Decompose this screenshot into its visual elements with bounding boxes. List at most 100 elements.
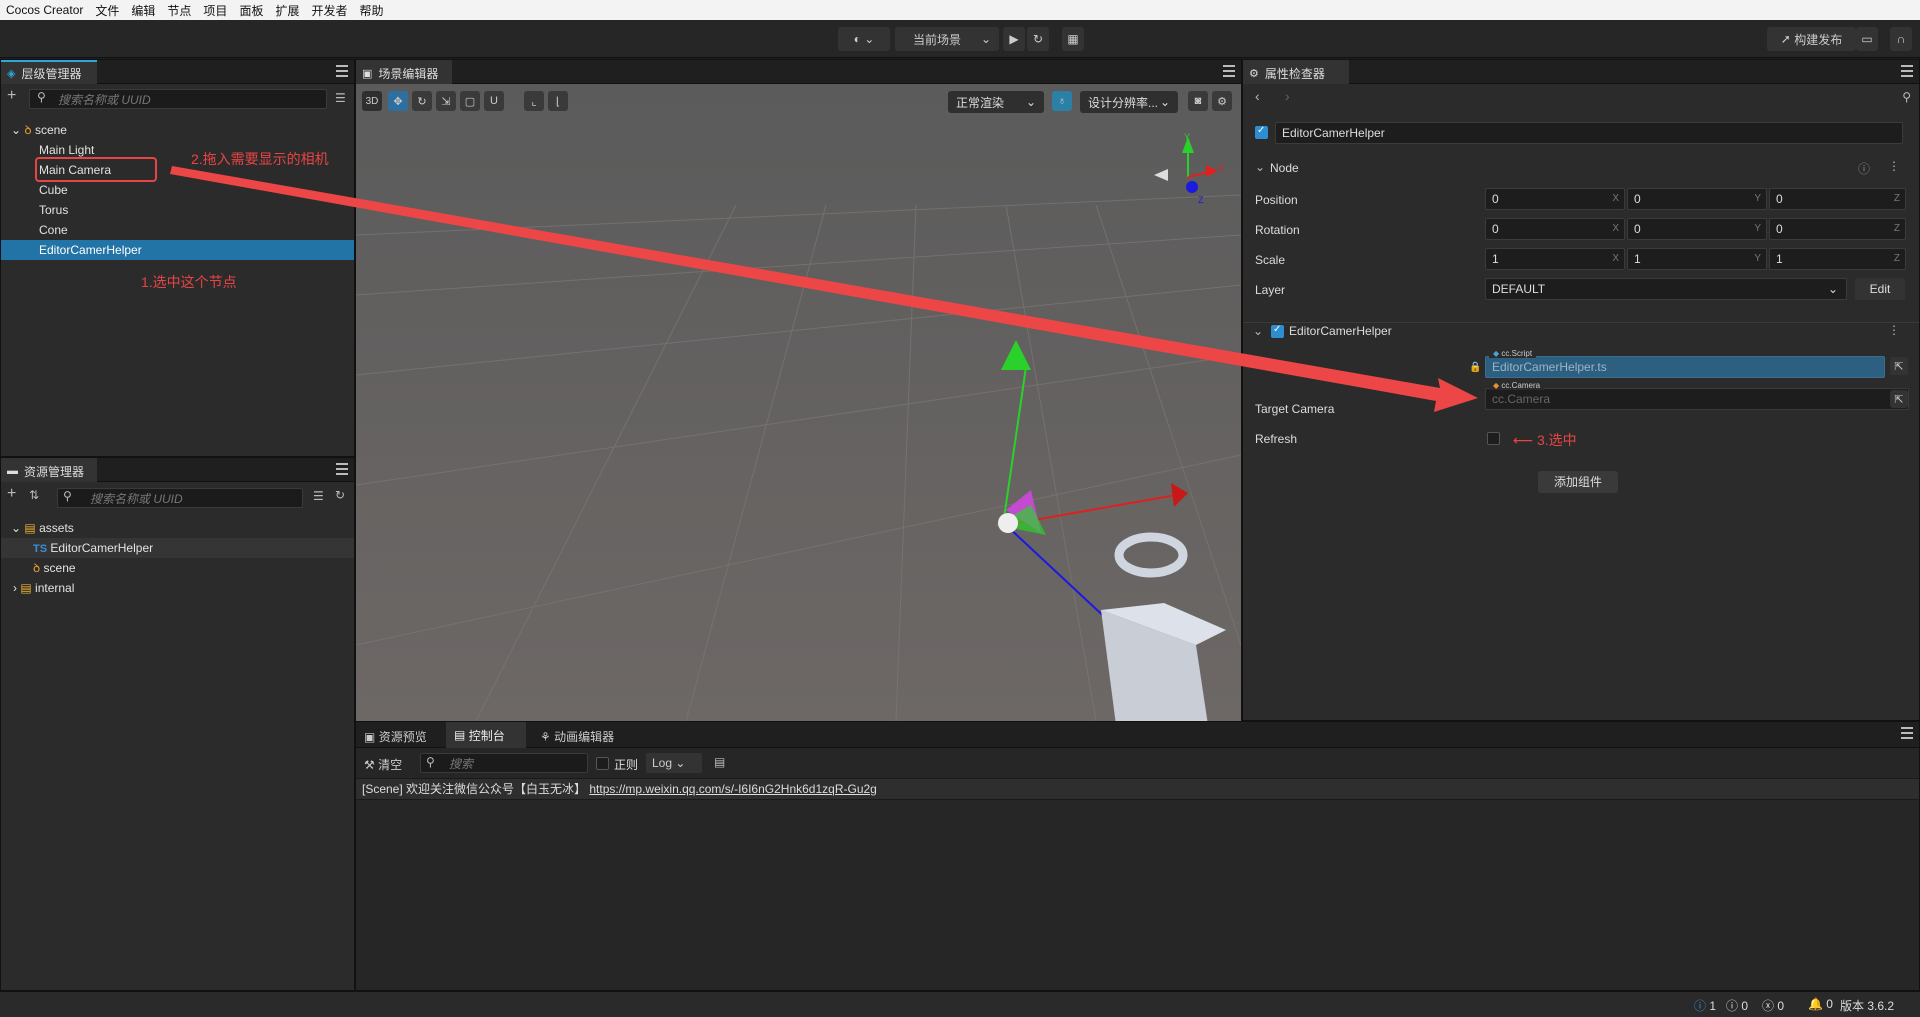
menu-file[interactable]: 文件 xyxy=(89,2,125,19)
log-level-select[interactable]: Log ⌄ xyxy=(646,753,702,773)
forward-icon[interactable]: › xyxy=(1285,88,1290,104)
node-name-field[interactable]: EditorCamerHelper xyxy=(1275,122,1903,144)
pivot-icon[interactable]: ⌞ xyxy=(524,91,544,111)
pin-icon[interactable]: ⚲ xyxy=(1902,90,1911,104)
menu-node[interactable]: 节点 xyxy=(161,2,197,19)
user-button[interactable]: ∩ xyxy=(1890,27,1912,51)
hierarchy-search-input[interactable]: 搜索名称或 UUID xyxy=(29,89,327,109)
svg-text:Y: Y xyxy=(1184,132,1190,142)
open-folder-button[interactable]: ▭ xyxy=(1856,27,1878,51)
refresh-icon[interactable]: ↻ xyxy=(335,488,345,502)
log-link[interactable]: https://mp.weixin.qq.com/s/-I6I6nG2Hnk6d… xyxy=(589,782,876,796)
refresh-button[interactable]: ↻ xyxy=(1027,27,1049,51)
chevron-down-icon[interactable]: ⌄ xyxy=(1253,324,1263,338)
add-node-button[interactable]: + xyxy=(7,87,16,105)
scale-x-field[interactable]: 1X xyxy=(1485,248,1625,270)
scene-select[interactable]: 当前场景 ⌄ xyxy=(895,27,999,51)
build-button[interactable]: ➚ 构建发布 xyxy=(1767,27,1856,51)
console-search-input[interactable]: 搜索 xyxy=(420,753,588,773)
preview-qrcode-button[interactable]: ▦ xyxy=(1062,27,1084,51)
tree-node-torus[interactable]: Torus xyxy=(1,200,354,220)
play-button[interactable]: ▶ xyxy=(1003,27,1025,51)
position-x-field[interactable]: 0X xyxy=(1485,188,1625,210)
resolution-label: 设计分辨率... xyxy=(1088,95,1159,110)
panel-menu-icon[interactable] xyxy=(1901,65,1913,77)
tree-node-cone[interactable]: Cone xyxy=(1,220,354,240)
panel-menu-icon[interactable] xyxy=(336,463,348,475)
add-component-button[interactable]: 添加组件 xyxy=(1538,471,1618,493)
snap-tool-icon[interactable]: U xyxy=(484,91,504,111)
menu-edit[interactable]: 编辑 xyxy=(125,2,161,19)
locate-camera-icon[interactable]: ⇱ xyxy=(1890,390,1908,408)
tree-node-cube[interactable]: Cube xyxy=(1,180,354,200)
tab-animation-editor[interactable]: ⚘ 动画编辑器 xyxy=(540,728,614,745)
menu-project[interactable]: 项目 xyxy=(197,2,233,19)
target-camera-field[interactable]: cc.Camera xyxy=(1485,388,1909,410)
rotation-x-field[interactable]: 0X xyxy=(1485,218,1625,240)
add-asset-button[interactable]: + xyxy=(7,485,16,503)
more-vertical-icon[interactable]: ⋮ xyxy=(1888,159,1900,173)
panel-menu-icon[interactable] xyxy=(1223,65,1235,77)
tree-node-assets[interactable]: ⌄ ▤ assets xyxy=(1,518,354,538)
back-icon[interactable]: ‹ xyxy=(1255,88,1260,104)
error-count[interactable]: ⓧ 0 xyxy=(1762,997,1784,1014)
layer-select[interactable]: DEFAULT ⌄ xyxy=(1485,278,1847,300)
menu-help[interactable]: 帮助 xyxy=(353,2,389,19)
tree-node-editorcamerhelper[interactable]: EditorCamerHelper xyxy=(1,240,354,260)
notification-count[interactable]: 🔔 0 xyxy=(1808,997,1833,1011)
move-tool-icon[interactable]: ✥ xyxy=(388,91,408,111)
more-vertical-icon[interactable]: ⋮ xyxy=(1888,323,1900,337)
tab-asset-preview[interactable]: ▣ 资源预览 xyxy=(364,728,427,745)
scene-viewport[interactable]: Y X Z xyxy=(356,85,1241,721)
menu-extension[interactable]: 扩展 xyxy=(269,2,305,19)
rotation-z-field[interactable]: 0Z xyxy=(1769,218,1906,240)
panel-menu-icon[interactable] xyxy=(336,65,348,77)
layer-edit-button[interactable]: Edit xyxy=(1855,278,1905,300)
panel-menu-icon[interactable] xyxy=(1901,727,1913,739)
clear-button[interactable]: ⚒ 清空 xyxy=(364,756,402,773)
tree-node-scene[interactable]: ⌄ ꝺ scene xyxy=(1,120,354,140)
open-log-icon[interactable]: ▤ xyxy=(714,755,725,769)
regex-checkbox[interactable] xyxy=(596,757,609,770)
coordinate-icon[interactable]: ⌊ xyxy=(548,91,568,111)
chevron-down-icon[interactable]: ⌄ xyxy=(1255,160,1265,174)
node-active-checkbox[interactable] xyxy=(1255,125,1268,139)
resolution-select[interactable]: 设计分辨率... ⌄ xyxy=(1080,91,1178,113)
rect-tool-icon[interactable]: ▢ xyxy=(460,91,480,111)
tab-assets[interactable]: ▬ 资源管理器 xyxy=(1,458,97,482)
scale-tool-icon[interactable]: ⇲ xyxy=(436,91,456,111)
refresh-checkbox[interactable] xyxy=(1487,432,1500,445)
toggle-3d-button[interactable]: 3D xyxy=(362,91,382,111)
rotate-tool-icon[interactable]: ↻ xyxy=(412,91,432,111)
rotation-y-field[interactable]: 0Y xyxy=(1627,218,1767,240)
tab-scene-editor[interactable]: ▣ 场景编辑器 xyxy=(356,60,452,84)
help-icon[interactable]: ⓘ xyxy=(1858,160,1870,177)
sort-icon[interactable]: ⇅ xyxy=(29,488,39,502)
component-enabled-checkbox[interactable] xyxy=(1271,324,1284,338)
info-count[interactable]: ⓘ 1 xyxy=(1694,997,1716,1014)
locate-script-icon[interactable]: ⇱ xyxy=(1890,357,1908,375)
tab-console[interactable]: ▤ 控制台 xyxy=(446,722,526,748)
render-mode-select[interactable]: 正常渲染 ⌄ xyxy=(948,91,1044,113)
warning-count[interactable]: ⓘ 0 xyxy=(1726,997,1748,1014)
scale-z-field[interactable]: 1Z xyxy=(1769,248,1906,270)
globe-icon: ◐ xyxy=(853,32,861,46)
gear-icon[interactable]: ⚙ xyxy=(1212,91,1232,111)
position-y-field[interactable]: 0Y xyxy=(1627,188,1767,210)
tab-hierarchy[interactable]: ◈ 层级管理器 xyxy=(1,60,97,84)
lightbulb-icon[interactable]: ♁ xyxy=(1052,91,1072,111)
menu-developer[interactable]: 开发者 xyxy=(305,2,353,19)
tab-inspector[interactable]: ⚙ 属性检查器 xyxy=(1243,60,1349,84)
platform-select[interactable]: ◐ ⌄ xyxy=(838,27,890,51)
assets-search-input[interactable]: 搜索名称或 UUID xyxy=(57,488,303,508)
asset-scene[interactable]: ꝺ scene xyxy=(1,558,354,578)
list-toggle-icon[interactable]: ☰ xyxy=(313,489,324,503)
asset-editorcamerhelper[interactable]: TS EditorCamerHelper xyxy=(1,538,354,558)
menu-panel[interactable]: 面板 xyxy=(233,2,269,19)
tree-node-internal[interactable]: › ▤ internal xyxy=(1,578,354,598)
camera-icon[interactable]: ◙ xyxy=(1188,91,1208,111)
database-icon: ▤ xyxy=(20,581,32,595)
scale-y-field[interactable]: 1Y xyxy=(1627,248,1767,270)
position-z-field[interactable]: 0Z xyxy=(1769,188,1906,210)
list-toggle-icon[interactable]: ☰ xyxy=(335,91,346,105)
